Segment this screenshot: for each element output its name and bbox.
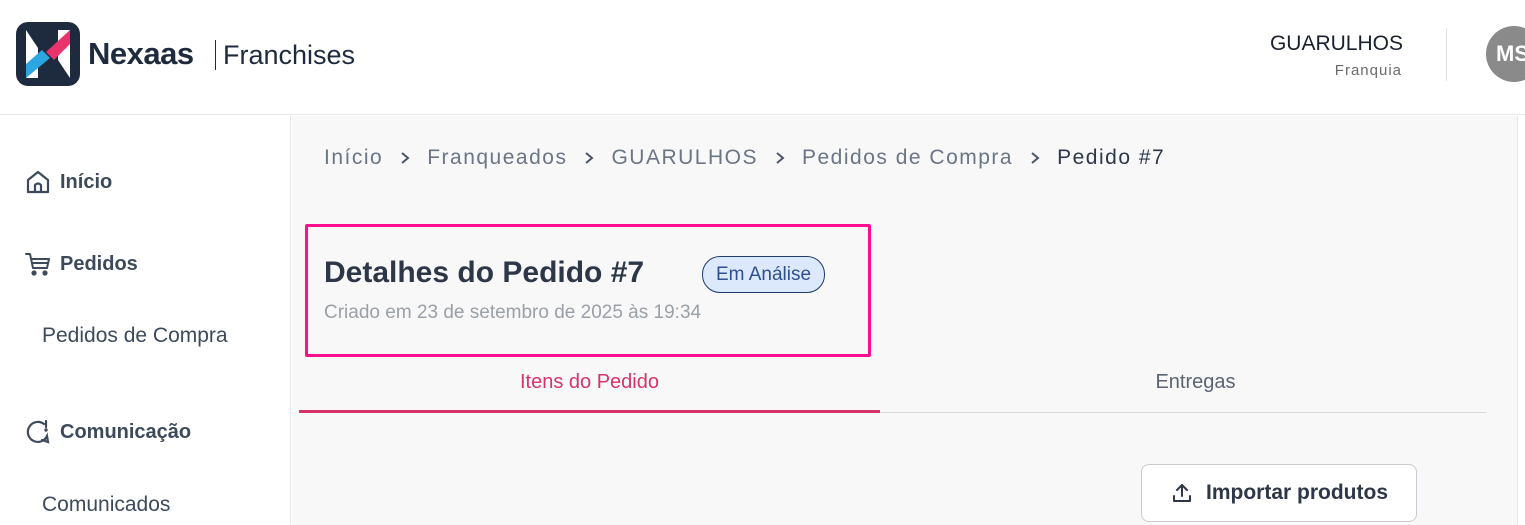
brand-subtitle: Franchises: [223, 40, 356, 70]
chevron-right-icon: [573, 146, 605, 170]
nexaas-logo-icon[interactable]: [16, 22, 80, 86]
chevron-right-icon: [764, 146, 796, 170]
header-divider: [1446, 28, 1447, 81]
tab-itens-do-pedido[interactable]: Itens do Pedido: [299, 366, 880, 413]
tab-bar: Itens do Pedido Entregas: [299, 366, 1486, 413]
breadcrumb: Início Franqueados GUARULHOS Pedidos de …: [324, 146, 1165, 170]
import-products-button[interactable]: Importar produtos: [1141, 464, 1417, 522]
sidebar: Início Pedidos Pedidos de Compra Comunic…: [0, 116, 291, 525]
sidebar-item-label: Comunicação: [60, 420, 192, 443]
breadcrumb-item-guarulhos[interactable]: GUARULHOS: [611, 146, 758, 170]
tab-entregas[interactable]: Entregas: [880, 366, 1511, 413]
sidebar-item-pedidos-de-compra[interactable]: Pedidos de Compra: [42, 324, 228, 348]
user-role: Franquia: [1334, 62, 1402, 79]
status-badge: Em Análise: [702, 256, 826, 293]
breadcrumb-item-inicio[interactable]: Início: [324, 146, 383, 170]
brand-name: Nexaas: [88, 36, 194, 71]
avatar[interactable]: MS: [1486, 26, 1525, 82]
created-date: Criado em 23 de setembro de 2025 às 19:3…: [324, 302, 702, 323]
chevron-right-icon: [389, 146, 421, 170]
sidebar-item-inicio[interactable]: Início: [24, 168, 112, 196]
breadcrumb-item-franqueados[interactable]: Franqueados: [427, 146, 567, 170]
sidebar-item-pedidos[interactable]: Pedidos: [24, 250, 138, 278]
breadcrumb-item-pedidos-de-compra[interactable]: Pedidos de Compra: [802, 146, 1013, 170]
cart-icon: [25, 253, 50, 276]
sidebar-item-comunicados[interactable]: Comunicados: [42, 493, 170, 517]
right-panel-edge: [1517, 116, 1525, 525]
user-unit-name[interactable]: GUARULHOS: [1270, 32, 1403, 56]
chat-icon: [26, 419, 50, 444]
breadcrumb-item-current: Pedido #7: [1057, 146, 1166, 169]
import-products-label: Importar produtos: [1206, 481, 1388, 504]
home-icon: [26, 170, 50, 194]
sidebar-item-label: Início: [60, 170, 113, 193]
chevron-right-icon: [1019, 146, 1051, 170]
sidebar-item-label: Pedidos: [60, 252, 138, 275]
sidebar-item-comunicacao[interactable]: Comunicação: [24, 418, 191, 446]
brand-divider: [215, 40, 216, 70]
upload-icon: [1173, 484, 1191, 502]
main-content: Início Franqueados GUARULHOS Pedidos de …: [292, 116, 1525, 525]
page-title: Detalhes do Pedido #7: [324, 256, 645, 289]
top-bar: Nexaas Franchises GUARULHOS Franquia MS: [0, 0, 1525, 115]
